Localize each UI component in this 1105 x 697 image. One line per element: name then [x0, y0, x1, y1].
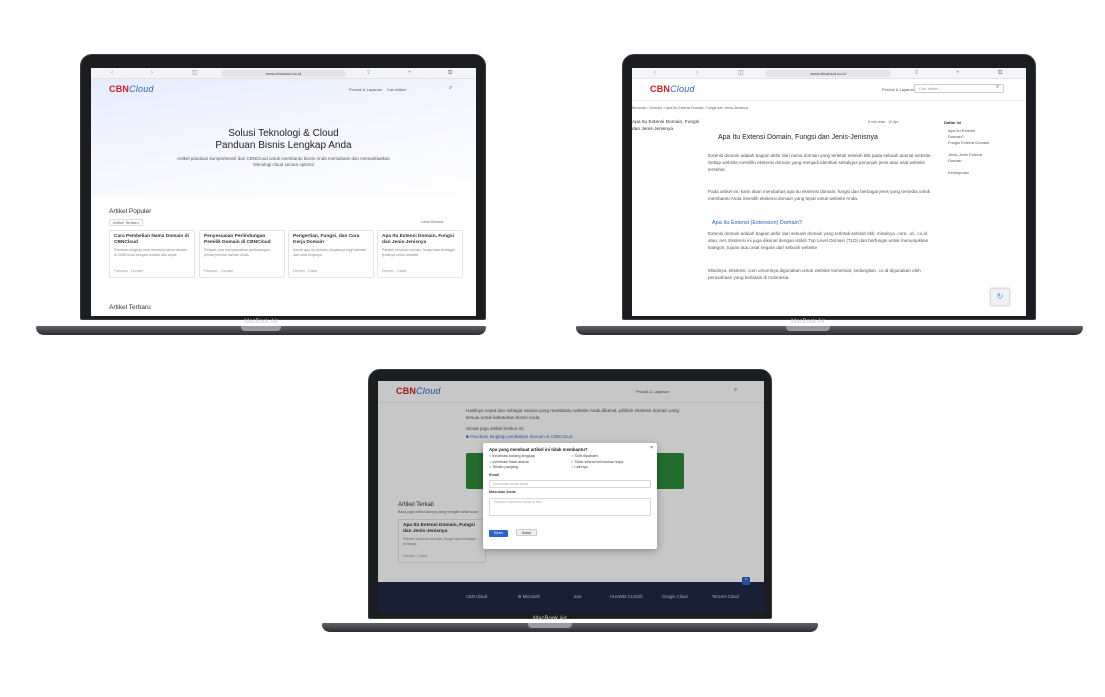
- tabs-icon[interactable]: ⧉: [998, 70, 1002, 77]
- nav-products[interactable]: Produk & Layanan: [882, 87, 915, 92]
- toc-item[interactable]: Fungsi Extensi Domain: [948, 140, 992, 146]
- search-icon[interactable]: ⌕: [996, 84, 999, 91]
- article-meta: 8 min read · 12 Apr: [868, 120, 899, 124]
- laptop-1: ‹ › ◫ www.cbncloud.co.id ⇪ + ⧉ CBNCloud …: [36, 54, 486, 344]
- composite-screenshot: ‹ › ◫ www.cbncloud.co.id ⇪ + ⧉ CBNCloud …: [0, 0, 1105, 697]
- screen-feedback: CBNCloud Produk & Layanan ⌕ Hasilnya cep…: [378, 381, 764, 611]
- sidebar-title: Apa Itu Extensi Domain, Fungsi dan Jenis…: [632, 120, 700, 132]
- hero-subtitle: Artikel panduan komprehensif dari CBNClo…: [176, 156, 391, 167]
- new-tab-icon[interactable]: +: [956, 70, 960, 77]
- toc-item[interactable]: Jenis-Jenis Extensi Domain: [948, 152, 992, 164]
- laptop-label: MacBook Air: [533, 616, 567, 622]
- submit-button[interactable]: Kirim: [489, 529, 508, 537]
- hero-title: Solusi Teknologi & Cloud Panduan Bisnis …: [215, 128, 352, 151]
- search-input[interactable]: Cari artikel...: [914, 84, 1004, 93]
- screen-home: ‹ › ◫ www.cbncloud.co.id ⇪ + ⧉ CBNCloud …: [91, 68, 476, 316]
- breadcrumb: Beranda > Domain > Apa Itu Extensi Domai…: [632, 106, 749, 110]
- url-bar[interactable]: www.cbncloud.co.id: [221, 70, 346, 77]
- cbncloud-logo[interactable]: CBNCloud: [109, 84, 154, 94]
- feedback-textarea[interactable]: Tuliskan masukan Anda di sini...: [489, 497, 651, 516]
- laptop-label: MacBook Air: [244, 319, 278, 325]
- laptop-2: ‹ › ◫ www.cbncloud.co.id ⇪ + ⧉ CBNCloud …: [576, 54, 1083, 344]
- search-icon[interactable]: ⌕: [449, 85, 452, 92]
- article-paragraph: Extensi domain adalah bagian akhir dari …: [708, 231, 929, 250]
- url-bar[interactable]: www.cbncloud.co.id: [765, 70, 891, 77]
- screen-article: ‹ › ◫ www.cbncloud.co.id ⇪ + ⧉ CBNCloud …: [632, 68, 1026, 316]
- article-paragraph: Misalnya, ekstensi .com umumnya digunaka…: [708, 268, 921, 280]
- article-card[interactable]: Cara Pembelian Nama Domain di CBNCloud P…: [109, 230, 195, 278]
- article-card[interactable]: Pengertian, Fungsi, dan Cara Kerja Domai…: [288, 230, 374, 278]
- toc-item[interactable]: Kesimpulan: [948, 170, 992, 176]
- feedback-modal: Apa yang membuat artikel ini tidak memba…: [483, 443, 657, 549]
- nav-products[interactable]: Produk & Layanan: [349, 87, 382, 92]
- latest-title: Artikel Terbaru: [109, 304, 151, 311]
- laptop-label: MacBook Air: [791, 319, 825, 325]
- forward-icon[interactable]: ›: [696, 70, 698, 77]
- article-paragraph: Pada artikel ini, kami akan membahas apa…: [708, 189, 931, 201]
- new-tab-icon[interactable]: +: [408, 70, 412, 77]
- tabs-icon[interactable]: ⧉: [448, 70, 452, 77]
- recaptcha-icon: ↻: [996, 292, 1004, 301]
- browser-toolbar: ‹ › ◫ www.cbncloud.co.id ⇪ + ⧉: [632, 68, 1026, 79]
- cbncloud-logo[interactable]: CBNCloud: [650, 84, 695, 94]
- back-icon[interactable]: ‹: [654, 70, 656, 77]
- toc-title: Daftar Isi: [944, 120, 962, 125]
- article-card[interactable]: Penyesuaian Perlindungan Pemilik Domain …: [199, 230, 285, 278]
- email-field[interactable]: Masukkan email Anda: [489, 480, 651, 488]
- book-icon[interactable]: ◫: [738, 70, 744, 77]
- recaptcha-badge[interactable]: ↻: [990, 288, 1010, 306]
- cancel-button[interactable]: Batal: [516, 528, 537, 536]
- article-title: Apa Itu Extensi Domain, Fungsi dan Jenis…: [718, 134, 878, 141]
- feedback-option[interactable]: ○ Lainnya: [571, 465, 623, 471]
- view-all-link[interactable]: Lihat Semua: [421, 219, 443, 224]
- close-icon[interactable]: ×: [650, 445, 653, 451]
- back-icon[interactable]: ‹: [111, 70, 113, 77]
- toc-item[interactable]: Apa Itu Extensi Domain?: [948, 128, 992, 140]
- site-header: CBNCloud Produk & Layanan Cari artikel..…: [632, 79, 1026, 101]
- article-paragraph: Extensi domain adalah bagian akhir dari …: [708, 153, 932, 172]
- section-heading: Apa Itu Extensi (Extension) Domain?: [712, 220, 802, 226]
- feedback-label: Masukan Anda: [489, 490, 516, 494]
- article-card[interactable]: Apa Itu Extensi Domain, Fungsi dan Jenis…: [377, 230, 463, 278]
- nav-search[interactable]: Cari Artikel: [387, 87, 406, 92]
- feedback-option[interactable]: ○ Terlalu panjang: [489, 465, 571, 471]
- popular-tab[interactable]: Artikel Terbaru: [109, 219, 143, 226]
- share-icon[interactable]: ⇪: [366, 70, 371, 77]
- forward-icon[interactable]: ›: [151, 70, 153, 77]
- browser-toolbar: ‹ › ◫ www.cbncloud.co.id ⇪ + ⧉: [91, 68, 476, 79]
- popular-title: Artikel Populer: [109, 208, 152, 215]
- laptop-3: CBNCloud Produk & Layanan ⌕ Hasilnya cep…: [322, 369, 818, 637]
- hero-section: CBNCloud Produk & Layanan Cari Artikel ⌕…: [91, 79, 476, 197]
- email-label: Email: [489, 472, 500, 477]
- book-icon[interactable]: ◫: [192, 70, 198, 77]
- share-icon[interactable]: ⇪: [914, 70, 919, 77]
- modal-title: Apa yang membuat artikel ini tidak memba…: [489, 447, 588, 452]
